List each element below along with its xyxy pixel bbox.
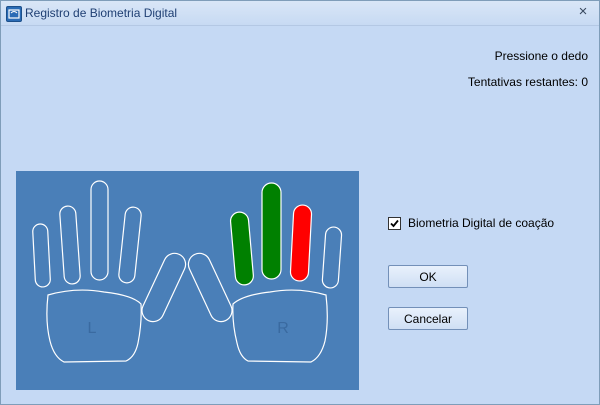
title-bar: Registro de Biometria Digital × (1, 1, 599, 26)
coercion-option[interactable]: Biometria Digital de coação (388, 215, 554, 231)
hands-diagram: L R (32, 180, 343, 363)
attempts-remaining: Tentativas restantes: 0 (467, 75, 588, 89)
finger-right-middle[interactable] (261, 182, 282, 280)
coercion-label: Biometria Digital de coação (408, 216, 555, 230)
right-hand-label: R (277, 320, 289, 337)
biometric-dialog: Registro de Biometria Digital × Pression… (0, 0, 600, 405)
hands-panel: L R (16, 171, 359, 390)
finger-left-ring[interactable] (59, 205, 81, 285)
finger-left-middle[interactable] (90, 180, 109, 281)
finger-right-little[interactable] (321, 226, 343, 289)
finger-left-little[interactable] (32, 223, 51, 288)
cancel-button[interactable]: Cancelar (388, 307, 468, 330)
finger-right-thumb[interactable] (185, 250, 236, 325)
finger-left-thumb[interactable] (138, 250, 189, 325)
finger-right-ring[interactable] (289, 204, 313, 282)
app-icon (6, 6, 22, 22)
finger-right-index[interactable] (229, 211, 254, 286)
ok-button[interactable]: OK (388, 265, 468, 288)
window-title: Registro de Biometria Digital (25, 6, 178, 20)
left-hand-label: L (88, 320, 97, 337)
capture-prompt: Pressione o dedo (494, 49, 588, 63)
coercion-checkbox[interactable] (388, 216, 401, 230)
finger-left-index[interactable] (118, 206, 142, 284)
close-icon[interactable]: × (575, 4, 591, 20)
checkmark-icon (390, 219, 399, 227)
